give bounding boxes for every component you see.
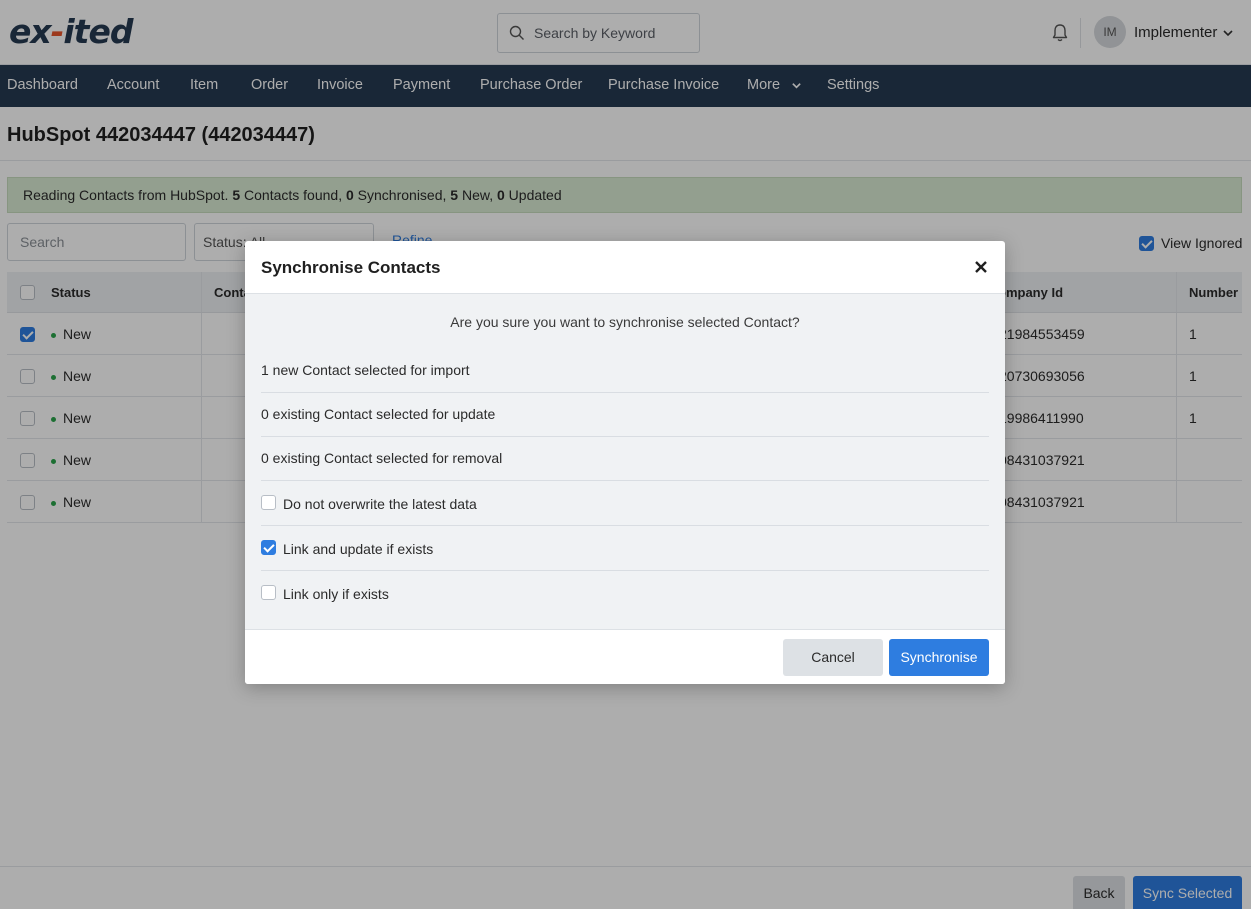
summary-import-text: 1 new Contact selected for import bbox=[261, 362, 470, 378]
option-link-and-update[interactable]: Link and update if exists bbox=[261, 526, 989, 571]
do-not-overwrite-checkbox[interactable] bbox=[261, 495, 276, 510]
dialog-title: Synchronise Contacts bbox=[261, 258, 441, 277]
close-icon[interactable] bbox=[973, 259, 989, 275]
synchronise-contacts-dialog: Synchronise Contacts Are you sure you wa… bbox=[245, 241, 1005, 684]
cancel-button[interactable]: Cancel bbox=[783, 639, 883, 676]
link-only-checkbox[interactable] bbox=[261, 585, 276, 600]
summary-removal: 0 existing Contact selected for removal bbox=[261, 437, 989, 481]
link-and-update-label[interactable]: Link and update if exists bbox=[283, 541, 433, 557]
summary-removal-text: 0 existing Contact selected for removal bbox=[261, 450, 503, 466]
dialog-header: Synchronise Contacts bbox=[245, 241, 1005, 294]
summary-update-text: 0 existing Contact selected for update bbox=[261, 406, 496, 422]
confirm-question: Are you sure you want to synchronise sel… bbox=[450, 314, 800, 330]
dialog-body: Are you sure you want to synchronise sel… bbox=[245, 294, 1005, 629]
synchronise-button[interactable]: Synchronise bbox=[889, 639, 989, 676]
dialog-footer: Cancel Synchronise bbox=[245, 629, 1005, 684]
summary-import: 1 new Contact selected for import bbox=[261, 349, 989, 393]
option-do-not-overwrite[interactable]: Do not overwrite the latest data bbox=[261, 481, 989, 526]
do-not-overwrite-label[interactable]: Do not overwrite the latest data bbox=[283, 496, 477, 512]
option-link-only[interactable]: Link only if exists bbox=[261, 571, 989, 615]
link-only-label[interactable]: Link only if exists bbox=[283, 586, 389, 602]
summary-update: 0 existing Contact selected for update bbox=[261, 393, 989, 437]
link-and-update-checkbox[interactable] bbox=[261, 540, 276, 555]
